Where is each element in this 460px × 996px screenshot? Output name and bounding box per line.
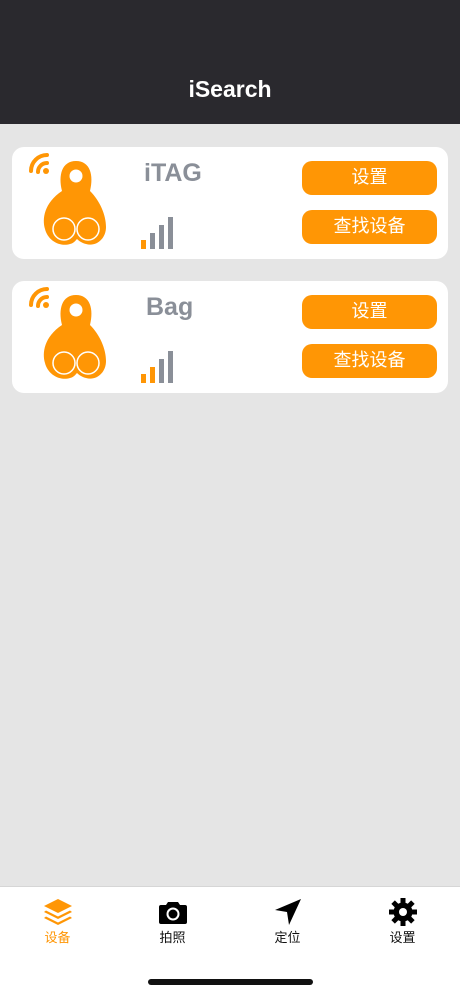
device-card[interactable]: iTAG 设置 查找设备 [12, 147, 448, 259]
page-title: iSearch [188, 76, 272, 102]
signal-strength-icon [141, 217, 173, 249]
tab-label: 拍照 [159, 931, 186, 946]
device-name: Bag [146, 293, 194, 321]
tab-settings[interactable]: 设置 [345, 897, 460, 957]
location-arrow-icon [274, 899, 301, 925]
find-device-button[interactable]: 查找设备 [302, 210, 437, 244]
device-card[interactable]: Bag 设置 查找设备 [12, 281, 448, 393]
find-device-button[interactable]: 查找设备 [302, 344, 437, 378]
tab-label: 设置 [389, 931, 416, 946]
gear-icon [388, 898, 417, 926]
tab-label: 设备 [44, 931, 71, 946]
device-list: iTAG 设置 查找设备 Bag 设置 查找设备 [0, 124, 460, 886]
tab-devices[interactable]: 设备 [0, 897, 115, 957]
layers-icon [43, 899, 72, 925]
tab-label: 定位 [274, 931, 301, 946]
key-tag-icon [29, 287, 106, 379]
device-settings-button[interactable]: 设置 [302, 295, 437, 329]
camera-icon [158, 902, 187, 924]
signal-strength-icon [141, 351, 173, 383]
tab-location[interactable]: 定位 [230, 897, 345, 957]
home-indicator[interactable] [148, 979, 313, 985]
tab-camera[interactable]: 拍照 [115, 897, 230, 957]
device-settings-button[interactable]: 设置 [302, 161, 437, 195]
app-header: iSearch [0, 0, 460, 124]
device-name: iTAG [144, 159, 202, 187]
key-tag-icon [29, 153, 106, 245]
